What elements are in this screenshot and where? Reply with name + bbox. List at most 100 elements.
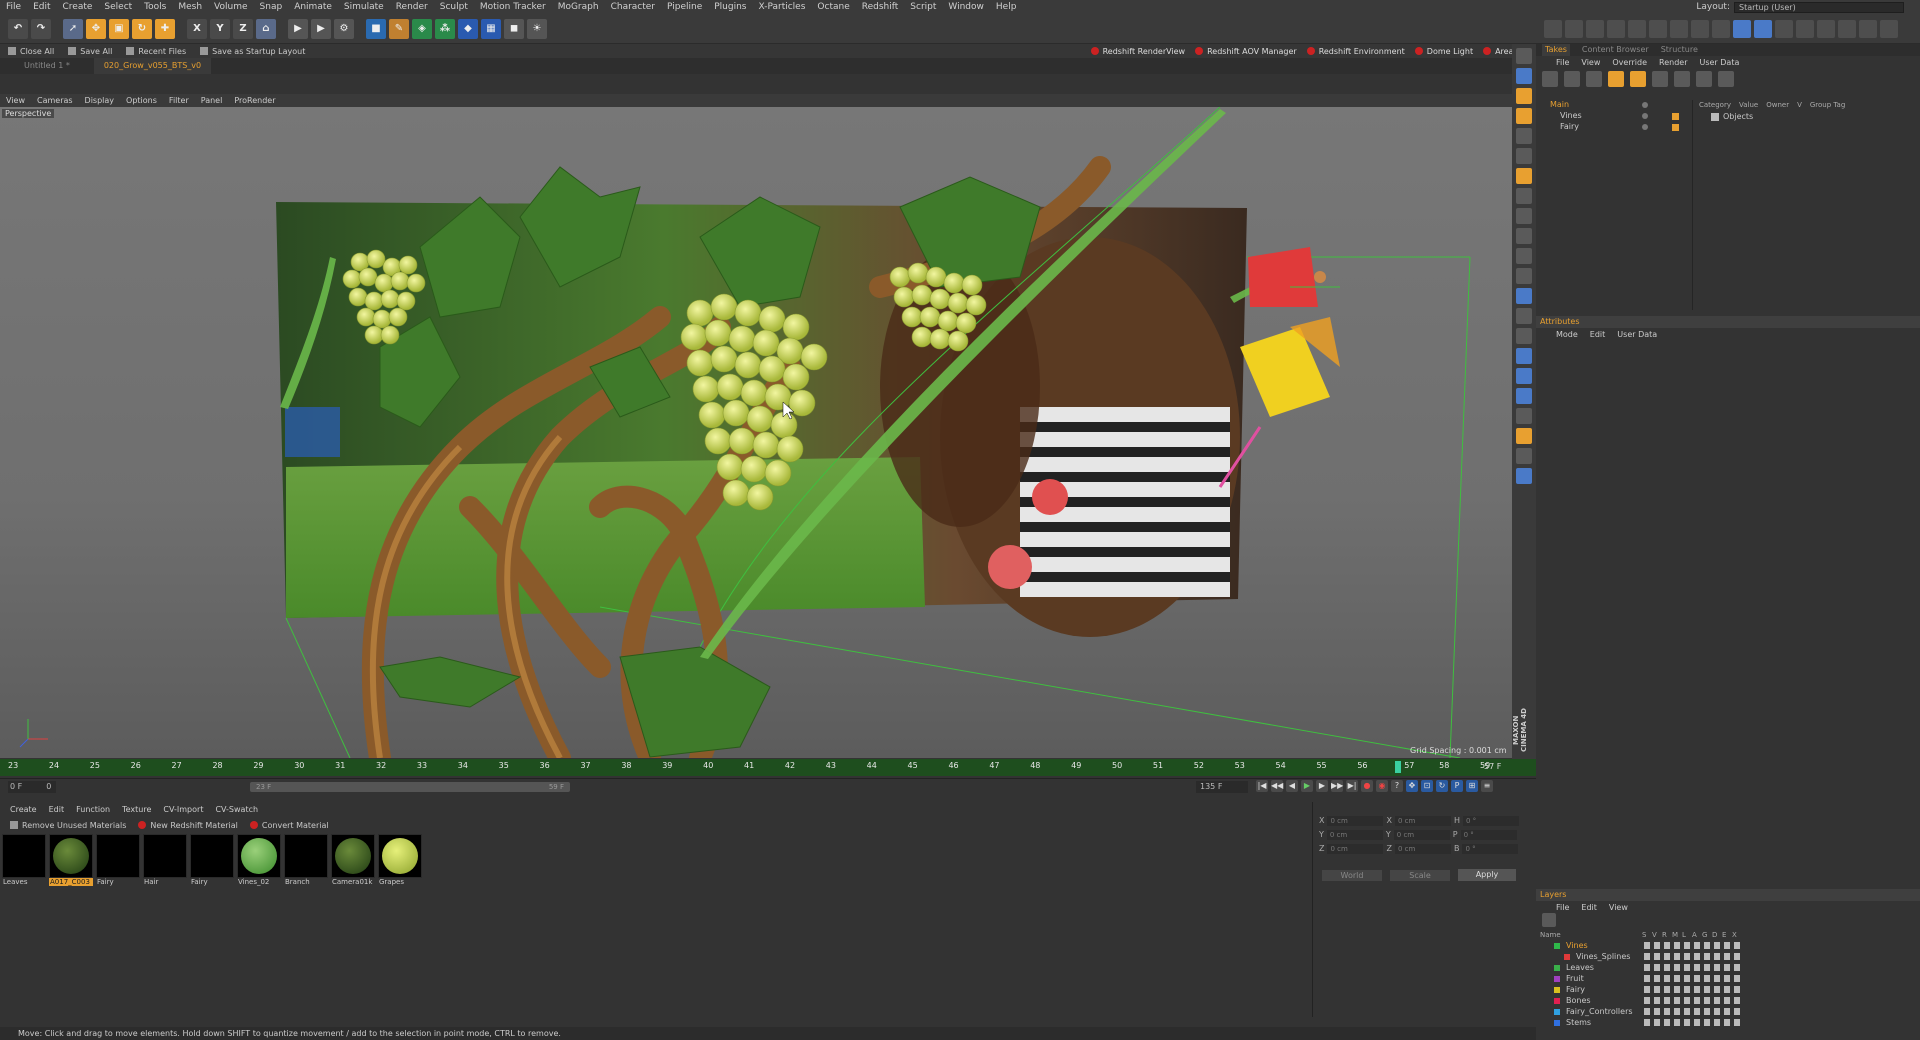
material-swatch[interactable]: Vines_02 — [237, 834, 281, 890]
layer-flag-icon[interactable] — [1704, 942, 1710, 949]
cube-icon[interactable]: ■ — [366, 18, 386, 39]
layer-flag-icon[interactable] — [1734, 1019, 1740, 1026]
layer-flag-icon[interactable] — [1674, 1008, 1680, 1015]
menu-octane[interactable]: Octane — [817, 2, 849, 12]
layer-flag-icon[interactable] — [1704, 1019, 1710, 1026]
layer-row[interactable]: Vines — [1536, 941, 1920, 952]
paint-icon[interactable] — [1516, 308, 1532, 324]
layer-flags[interactable] — [1644, 942, 1740, 949]
lock-icon[interactable] — [1817, 19, 1835, 38]
layer-color-swatch[interactable] — [1554, 943, 1560, 949]
layer-flag-icon[interactable] — [1674, 975, 1680, 982]
play-icon[interactable]: ▶ — [1301, 780, 1313, 792]
layer-flags[interactable] — [1644, 986, 1740, 993]
undo-icon[interactable]: ↶ — [8, 18, 28, 39]
material-menu-cv-swatch[interactable]: CV-Swatch — [215, 805, 258, 814]
menu-mesh[interactable]: Mesh — [178, 2, 202, 12]
material-swatch[interactable]: Grapes — [378, 834, 422, 890]
menu-select[interactable]: Select — [104, 2, 132, 12]
take-check-icon[interactable] — [1642, 102, 1648, 108]
knife-icon[interactable] — [1565, 19, 1583, 38]
layers-menu-file[interactable]: File — [1556, 903, 1569, 912]
timeline-icon[interactable] — [1516, 448, 1532, 464]
coord-field[interactable]: 0 cm — [1327, 844, 1384, 854]
material-menu-create[interactable]: Create — [10, 805, 37, 814]
layer-flag-icon[interactable] — [1704, 997, 1710, 1004]
takes-column-category[interactable]: Category — [1699, 101, 1731, 109]
layer-column-s[interactable]: S — [1642, 931, 1646, 939]
settings-icon[interactable] — [1880, 19, 1898, 38]
material-icon[interactable] — [1516, 468, 1532, 484]
layer-flags[interactable] — [1644, 1008, 1740, 1015]
layer-color-swatch[interactable] — [1554, 1009, 1560, 1015]
new-layer-icon[interactable] — [1542, 913, 1556, 927]
layer-flag-icon[interactable] — [1694, 964, 1700, 971]
mirror-icon[interactable] — [1733, 19, 1751, 38]
recent-files-button[interactable]: Recent Files — [126, 47, 186, 56]
layer-column-l[interactable]: L — [1682, 931, 1686, 939]
layer-flag-icon[interactable] — [1734, 953, 1740, 960]
layers-menu-edit[interactable]: Edit — [1581, 903, 1597, 912]
end-frame-field[interactable]: 135 F — [1196, 781, 1248, 793]
render-settings-icon[interactable]: ⚙ — [334, 18, 354, 39]
save-all-button[interactable]: Save All — [68, 47, 112, 56]
take-folder-icon[interactable] — [1674, 71, 1690, 87]
layer-row[interactable]: Leaves — [1536, 963, 1920, 974]
attributes-menu-mode[interactable]: Mode — [1556, 330, 1578, 339]
layer-flags[interactable] — [1644, 975, 1740, 982]
viewport-menu-cameras[interactable]: Cameras — [37, 96, 73, 105]
pen-icon[interactable]: ✎ — [389, 18, 409, 39]
layer-flag-icon[interactable] — [1654, 964, 1660, 971]
select-all-icon[interactable] — [1754, 19, 1772, 38]
material-swatch[interactable]: A017_C003 — [49, 834, 93, 890]
takes-menu-render[interactable]: Render — [1659, 58, 1687, 67]
viewport-menu-options[interactable]: Options — [126, 96, 157, 105]
goto-end-icon[interactable]: ▶| — [1346, 780, 1358, 792]
menu-create[interactable]: Create — [63, 2, 93, 12]
layer-row[interactable]: Stems — [1536, 1018, 1920, 1029]
menu-tools[interactable]: Tools — [144, 2, 166, 12]
layer-flag-icon[interactable] — [1664, 942, 1670, 949]
layer-color-swatch[interactable] — [1554, 965, 1560, 971]
y-axis-icon[interactable]: Y — [210, 18, 230, 39]
coord-field[interactable]: 0 cm — [1394, 844, 1451, 854]
pla-key-icon[interactable]: ⊞ — [1466, 780, 1478, 792]
redshift-redshift-aov-manager-button[interactable]: Redshift AOV Manager — [1195, 47, 1297, 56]
light-icon[interactable]: ☀ — [527, 18, 547, 39]
layer-flag-icon[interactable] — [1664, 986, 1670, 993]
layer-flags[interactable] — [1644, 953, 1740, 960]
playhead-marker[interactable] — [1395, 761, 1402, 773]
layer-column-e[interactable]: E — [1722, 931, 1726, 939]
takes-menu-view[interactable]: View — [1581, 58, 1600, 67]
layer-flag-icon[interactable] — [1684, 997, 1690, 1004]
category-objects-row[interactable]: Objects — [1693, 112, 1920, 121]
menu-file[interactable]: File — [6, 2, 21, 12]
layer-flag-icon[interactable] — [1644, 964, 1650, 971]
layer-flag-icon[interactable] — [1644, 1019, 1650, 1026]
layer-flag-icon[interactable] — [1644, 986, 1650, 993]
layer-flag-icon[interactable] — [1664, 997, 1670, 1004]
takes-menu-user-data[interactable]: User Data — [1699, 58, 1739, 67]
extrude-icon[interactable] — [1649, 19, 1667, 38]
viewport-icon[interactable] — [1516, 408, 1532, 424]
cloner-icon[interactable]: ⁂ — [435, 18, 455, 39]
layer-flag-icon[interactable] — [1664, 1008, 1670, 1015]
next-frame-icon[interactable]: ▶ — [1316, 780, 1328, 792]
edges-mode-icon[interactable] — [1516, 128, 1532, 144]
takes-column-value[interactable]: Value — [1739, 101, 1758, 109]
layer-flag-icon[interactable] — [1644, 975, 1650, 982]
layer-flag-icon[interactable] — [1704, 964, 1710, 971]
layer-row[interactable]: Fairy — [1536, 985, 1920, 996]
layer-flag-icon[interactable] — [1654, 986, 1660, 993]
layer-flag-icon[interactable] — [1704, 953, 1710, 960]
solo-icon[interactable] — [1796, 19, 1814, 38]
layer-flag-icon[interactable] — [1714, 964, 1720, 971]
takes-menu-override[interactable]: Override — [1612, 58, 1647, 67]
layer-flag-icon[interactable] — [1684, 942, 1690, 949]
menu-script[interactable]: Script — [910, 2, 936, 12]
take-row[interactable]: Main — [1536, 100, 1692, 111]
take-check-icon[interactable] — [1642, 113, 1648, 119]
take-camera-icon[interactable] — [1672, 124, 1679, 131]
layer-flag-icon[interactable] — [1724, 986, 1730, 993]
layer-flag-icon[interactable] — [1714, 942, 1720, 949]
